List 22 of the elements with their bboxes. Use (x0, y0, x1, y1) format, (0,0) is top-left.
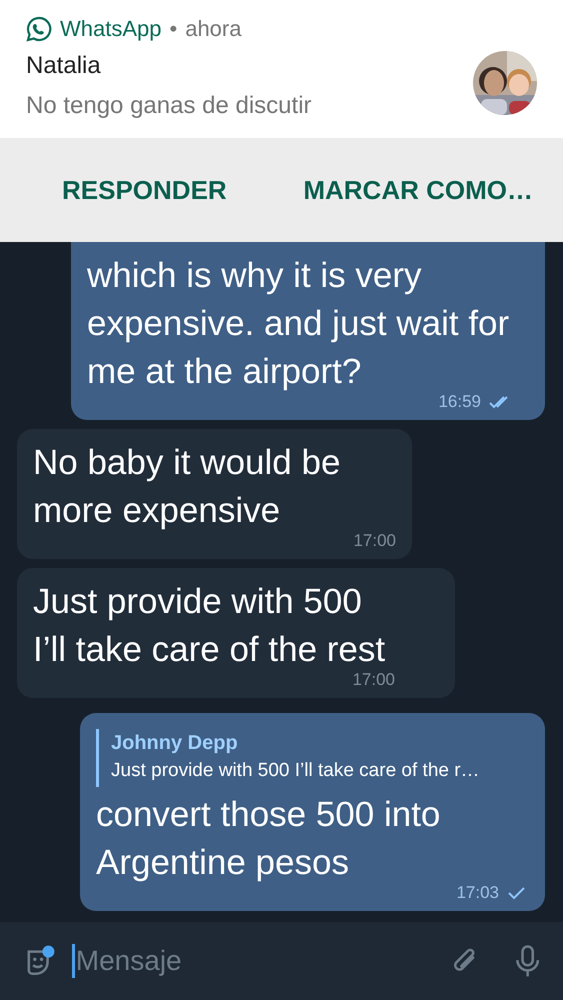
message-text: No baby it would be more expensive (33, 442, 342, 532)
message-input[interactable]: Mensaje (74, 945, 437, 977)
message-time: 17:03 (456, 883, 499, 903)
text-cursor (72, 944, 75, 978)
message-text: which is why it is very expensive. and just wait for me at the airport? (87, 255, 510, 393)
message-text: Just provide with 500 I’ll take care of the rest (33, 581, 386, 671)
quote-text: Just provide with 500 I’ll take care of the r… (111, 759, 481, 783)
quote-author: Johnny Depp (111, 731, 239, 756)
message-time: 17:00 (352, 670, 395, 690)
message-time: 17:00 (353, 531, 396, 551)
whatsapp-icon (26, 16, 52, 42)
separator-dot: • (170, 16, 178, 42)
sender-name: Natalia (26, 52, 102, 80)
notification-time: ahora (185, 16, 242, 42)
notification-action-button[interactable]: MARCAR COMO… (303, 166, 533, 214)
notification-text: No tengo ganas de discutir (26, 92, 312, 120)
reply-quote[interactable]: Johnny Depp Just provide with 500 I’ll take care of the r… (96, 729, 529, 787)
message-composer[interactable]: Mensaje (0, 922, 563, 1000)
notification-action-button[interactable]: RESPONDER (62, 166, 227, 214)
message-text: convert those 500 into Argentine pesos (96, 794, 442, 884)
app-name: WhatsApp (60, 16, 162, 42)
message-time: 16:59 (438, 392, 481, 412)
